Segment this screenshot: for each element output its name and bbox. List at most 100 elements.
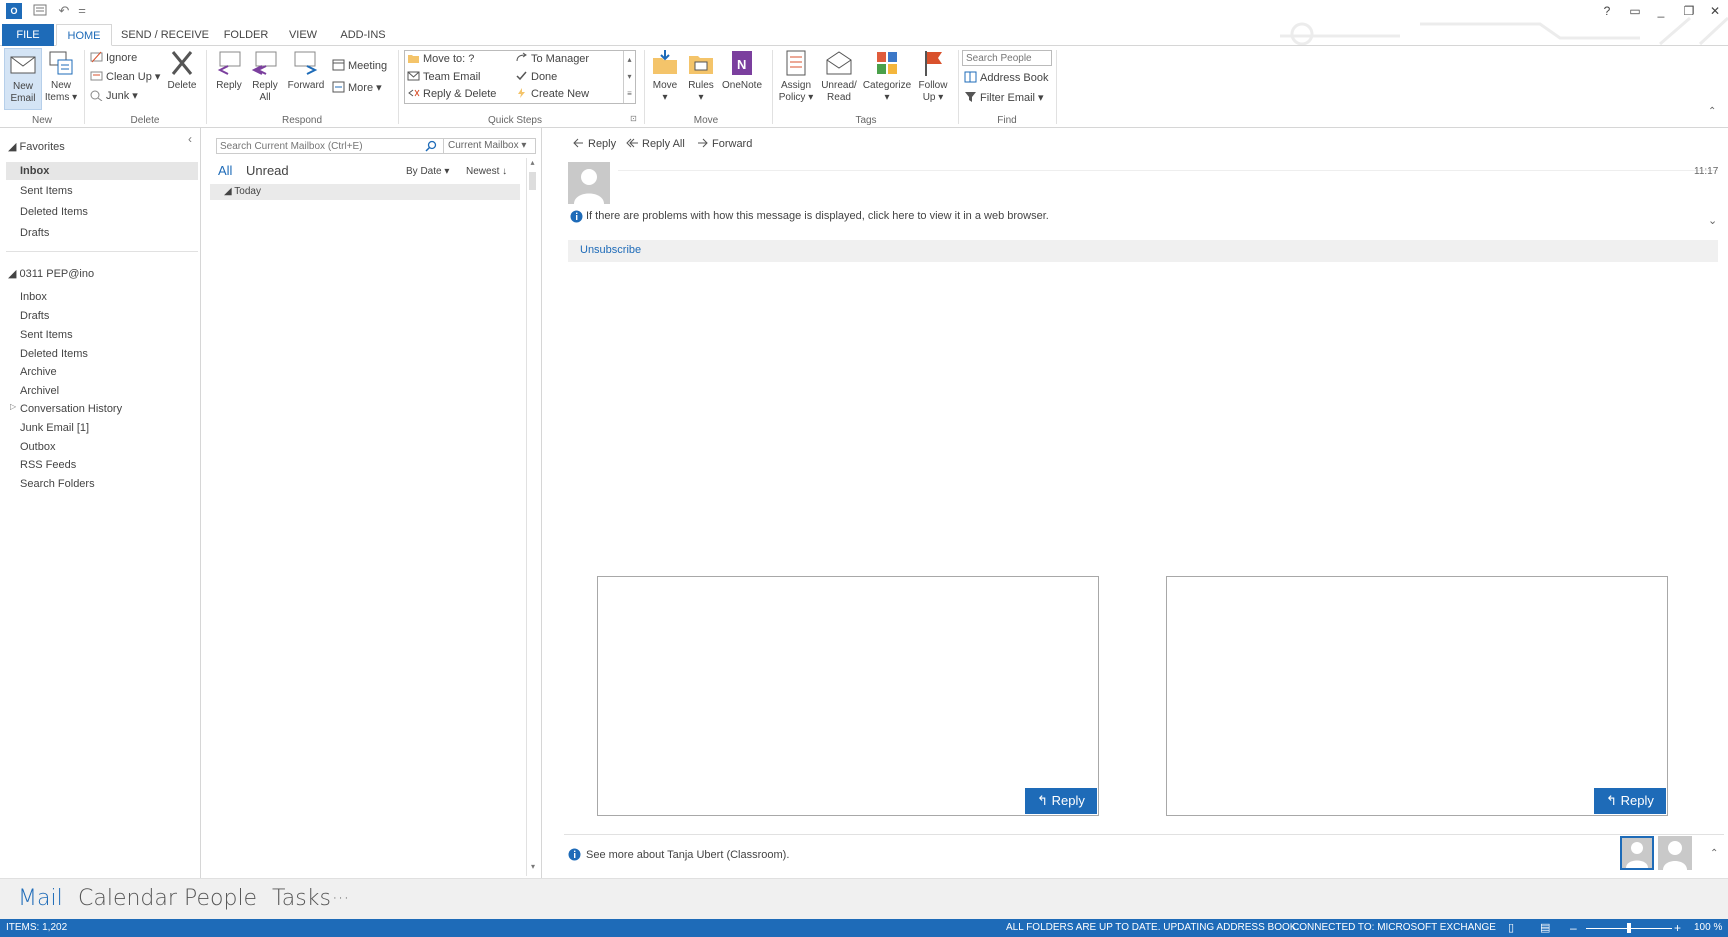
- address-book-button[interactable]: Address Book: [964, 70, 1048, 87]
- folder-pane-collapse-icon[interactable]: ‹: [188, 132, 192, 146]
- people-pane-avatar[interactable]: [1658, 836, 1692, 870]
- filter-all[interactable]: All: [218, 163, 232, 178]
- normal-view-icon[interactable]: ▯: [1508, 919, 1514, 937]
- card-reply-button[interactable]: ↰ Reply: [1025, 788, 1097, 814]
- folder-drafts[interactable]: Drafts: [20, 307, 49, 325]
- people-pane-avatar-selected[interactable]: [1620, 836, 1654, 870]
- folder-junk-email[interactable]: Junk Email [1]: [20, 419, 89, 437]
- quick-step-to-manager[interactable]: To Manager: [515, 51, 589, 68]
- favorites-header[interactable]: ◢ Favorites: [8, 138, 65, 156]
- reading-reply-all-button[interactable]: Reply All: [626, 136, 685, 153]
- forward-button[interactable]: Forward: [284, 48, 328, 110]
- people-pane-divider: [564, 834, 1724, 835]
- search-input[interactable]: [217, 139, 417, 153]
- scroll-thumb[interactable]: [529, 172, 536, 190]
- clean-up-button[interactable]: Clean Up ▾: [90, 69, 160, 86]
- undo-icon[interactable]: ↶: [56, 3, 72, 19]
- message-list-scrollbar[interactable]: ▴ ▾: [526, 158, 538, 876]
- reading-view-icon[interactable]: ▤: [1540, 919, 1550, 937]
- zoom-slider-thumb[interactable]: [1627, 923, 1631, 933]
- nav-tasks[interactable]: Tasks: [272, 885, 331, 913]
- nav-mail[interactable]: Mail: [18, 885, 63, 913]
- zoom-slider[interactable]: [1586, 923, 1672, 933]
- new-email-button[interactable]: New Email: [4, 48, 42, 110]
- folder-outbox[interactable]: Outbox: [20, 438, 55, 456]
- categorize-button[interactable]: Categorize ▾: [862, 48, 912, 110]
- tab-folder[interactable]: FOLDER: [218, 24, 274, 46]
- folder-archivel[interactable]: Archivel: [20, 382, 59, 400]
- group-header-today[interactable]: ◢ Today: [210, 184, 520, 200]
- reply-button[interactable]: Reply: [212, 48, 246, 110]
- expand-header-icon[interactable]: ⌄: [1708, 214, 1717, 227]
- account-header[interactable]: ◢ 0311 PEP@ino: [8, 265, 94, 283]
- search-icon[interactable]: [425, 140, 437, 152]
- search-people-input[interactable]: [962, 50, 1052, 66]
- tab-add-ins[interactable]: ADD-INS: [334, 24, 392, 46]
- folder-inbox[interactable]: Inbox: [20, 288, 47, 306]
- junk-button[interactable]: Junk ▾: [90, 88, 138, 105]
- people-pane-text[interactable]: See more about Tanja Ubert (Classroom).: [586, 849, 789, 861]
- zoom-in-button[interactable]: +: [1674, 919, 1681, 937]
- folder-deleted-items[interactable]: Deleted Items: [20, 345, 88, 363]
- browser-view-notice[interactable]: If there are problems with how this mess…: [586, 210, 1049, 222]
- reply-all-button[interactable]: Reply All: [248, 48, 282, 110]
- filter-unread[interactable]: Unread: [246, 163, 289, 178]
- folder-archive[interactable]: Archive: [20, 363, 57, 381]
- folder-sent-items[interactable]: Sent Items: [20, 326, 73, 344]
- tab-home[interactable]: HOME: [56, 24, 112, 46]
- rules-button[interactable]: Rules ▾: [684, 48, 718, 110]
- quick-steps-dialog-launcher-icon[interactable]: ⊡: [630, 114, 637, 123]
- outlook-logo-icon[interactable]: O: [6, 3, 22, 19]
- tab-send-receive[interactable]: SEND / RECEIVE: [120, 24, 210, 46]
- reading-forward-button[interactable]: Forward: [696, 136, 752, 153]
- quick-steps-gallery[interactable]: Move to: ? To Manager Team Email Done Re…: [404, 50, 636, 104]
- favorite-inbox[interactable]: Inbox: [20, 162, 49, 180]
- collapse-ribbon-icon[interactable]: ⌃: [1708, 106, 1716, 117]
- filter-email-button[interactable]: Filter Email ▾: [964, 90, 1044, 107]
- nav-more-icon[interactable]: ···: [332, 885, 349, 913]
- follow-up-button[interactable]: Follow Up ▾: [914, 48, 952, 110]
- favorite-sent-items[interactable]: Sent Items: [20, 182, 73, 200]
- ignore-button[interactable]: Ignore: [90, 50, 137, 67]
- onenote-button[interactable]: N OneNote: [720, 48, 764, 110]
- reading-reply-button[interactable]: Reply: [572, 136, 616, 153]
- folder-search-folders[interactable]: Search Folders: [20, 475, 95, 493]
- zoom-level[interactable]: 100 %: [1694, 919, 1722, 937]
- quick-steps-scroll[interactable]: ▴ ▾ ≡: [623, 51, 635, 103]
- new-items-button[interactable]: New Items ▾: [44, 48, 78, 110]
- meeting-button[interactable]: Meeting: [332, 58, 387, 75]
- sender-avatar[interactable]: [568, 162, 610, 204]
- nav-people[interactable]: People: [184, 885, 257, 913]
- quick-step-create-new[interactable]: Create New: [515, 86, 589, 103]
- people-pane-collapse-icon[interactable]: ⌃: [1710, 848, 1718, 859]
- quick-step-done[interactable]: Done: [515, 69, 557, 86]
- send-receive-all-icon[interactable]: [32, 3, 48, 19]
- search-scope-dropdown[interactable]: Current Mailbox ▾: [443, 139, 526, 153]
- more-respond-button[interactable]: More ▾: [332, 80, 382, 97]
- favorite-drafts[interactable]: Drafts: [20, 224, 49, 242]
- quick-step-move-to[interactable]: Move to: ?: [407, 51, 474, 68]
- expand-arrow-icon[interactable]: ▷: [10, 402, 16, 411]
- forward-icon: [294, 51, 318, 75]
- sort-by-dropdown[interactable]: By Date ▾: [406, 166, 449, 177]
- unread-read-button[interactable]: Unread/ Read: [818, 48, 860, 110]
- tab-file[interactable]: FILE: [2, 24, 54, 46]
- delete-button[interactable]: Delete: [164, 48, 200, 110]
- folder-rss-feeds[interactable]: RSS Feeds: [20, 456, 76, 474]
- zoom-out-button[interactable]: –: [1570, 919, 1577, 937]
- nav-calendar[interactable]: Calendar: [78, 885, 177, 913]
- reply-delete-icon: [408, 89, 420, 97]
- sort-order-toggle[interactable]: Newest ↓: [466, 166, 507, 177]
- folder-conversation-history[interactable]: Conversation History: [20, 400, 122, 418]
- customize-quick-access-icon[interactable]: =: [74, 3, 90, 19]
- scroll-down-icon[interactable]: ▾: [527, 862, 539, 876]
- quick-step-team-email[interactable]: Team Email: [407, 69, 480, 86]
- move-button[interactable]: Move ▾: [648, 48, 682, 110]
- tab-view[interactable]: VIEW: [280, 24, 326, 46]
- favorite-deleted-items[interactable]: Deleted Items: [20, 203, 88, 221]
- quick-step-reply-delete[interactable]: Reply & Delete: [407, 86, 496, 103]
- assign-policy-button[interactable]: Assign Policy ▾: [776, 48, 816, 110]
- card-reply-button[interactable]: ↰ Reply: [1594, 788, 1666, 814]
- scroll-up-icon[interactable]: ▴: [527, 158, 538, 172]
- unsubscribe-link[interactable]: Unsubscribe: [580, 244, 641, 256]
